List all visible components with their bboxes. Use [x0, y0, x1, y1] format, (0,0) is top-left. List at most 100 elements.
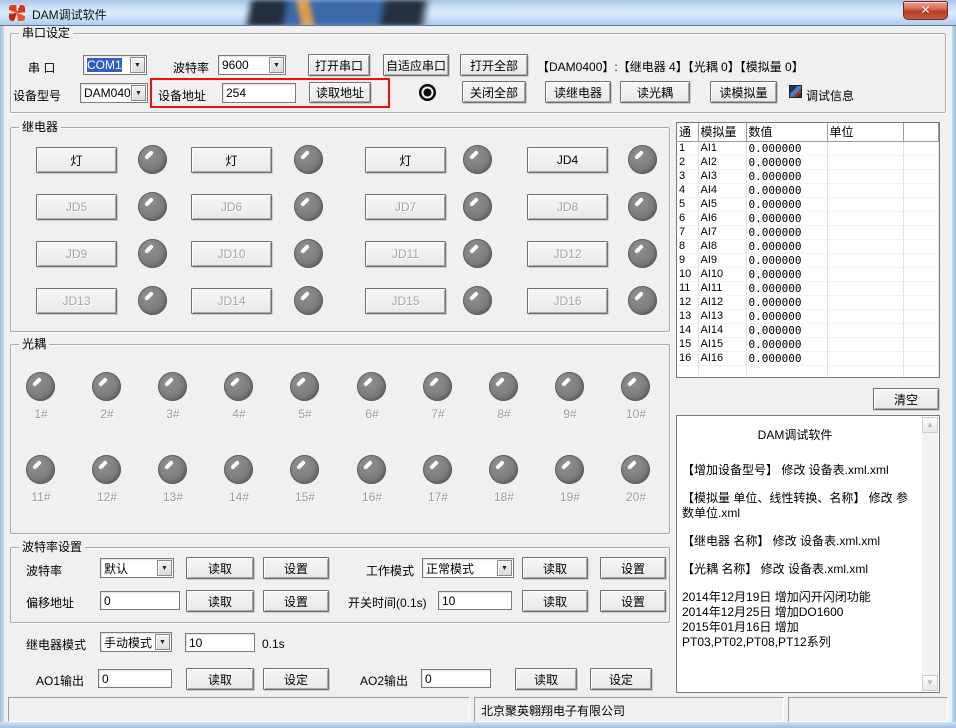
table-header-cell[interactable] [903, 123, 939, 141]
ao2-input[interactable] [421, 669, 491, 688]
ao1-input[interactable] [98, 669, 172, 688]
table-cell: AI14 [698, 323, 746, 337]
relay-mode-dropdown-button[interactable]: ▼ [155, 634, 170, 650]
work-mode-set-button[interactable]: 设置 [600, 557, 666, 579]
relay-button[interactable]: 灯 [36, 147, 117, 173]
relay-button[interactable]: JD11 [365, 241, 446, 267]
table-row[interactable]: 6AI60.000000 [677, 211, 939, 225]
table-row[interactable]: 7AI70.000000 [677, 225, 939, 239]
table-row[interactable]: 4AI40.000000 [677, 183, 939, 197]
read-opto-button[interactable]: 读光耦 [620, 81, 690, 103]
baud-set-button[interactable]: 设置 [263, 557, 329, 579]
table-header-cell[interactable]: 模拟量 [698, 123, 746, 141]
model-dropdown-button[interactable]: ▼ [131, 85, 146, 101]
table-row[interactable]: 8AI80.000000 [677, 239, 939, 253]
baud2-select[interactable]: 默认 ▼ [100, 558, 174, 578]
ao2-read-button[interactable]: 读取 [515, 668, 577, 690]
offset-read-button[interactable]: 读取 [186, 590, 254, 612]
table-row[interactable] [677, 365, 939, 378]
clear-button[interactable]: 清空 [873, 388, 939, 410]
info-scrollbar[interactable]: ▲ ▼ [922, 417, 938, 691]
relay-button[interactable]: 灯 [191, 147, 272, 173]
relay-button[interactable]: JD14 [191, 288, 272, 314]
table-row[interactable]: 1AI10.000000 [677, 141, 939, 155]
table-row[interactable]: 13AI130.000000 [677, 309, 939, 323]
table-cell: 0.000000 [746, 281, 827, 295]
relay-mode-select[interactable]: 手动模式 ▼ [100, 632, 172, 652]
opto-channel-label: 11# [19, 490, 63, 504]
port-select[interactable]: COM1 ▼ [83, 55, 147, 75]
opto-led-indicator [224, 372, 253, 401]
scroll-up-icon[interactable]: ▲ [922, 417, 938, 433]
device-address-input[interactable] [222, 83, 296, 103]
baud2-dropdown-button[interactable]: ▼ [157, 560, 172, 576]
switch-time-set-button[interactable]: 设置 [600, 590, 666, 612]
baud-select[interactable]: 9600 ▼ [218, 55, 286, 75]
open-serial-button[interactable]: 打开串口 [308, 54, 370, 76]
relay-button[interactable]: JD10 [191, 241, 272, 267]
work-mode-dropdown-button[interactable]: ▼ [497, 560, 512, 576]
table-header-row: 通模拟量数值单位 [677, 123, 939, 141]
close-button[interactable]: ✕ [903, 1, 948, 20]
work-mode-select[interactable]: 正常模式 ▼ [422, 558, 514, 578]
table-cell: 0.000000 [746, 309, 827, 323]
table-row[interactable]: 3AI30.000000 [677, 169, 939, 183]
opto-channel-label: 9# [548, 407, 592, 421]
title-bar[interactable]: DAM调试软件 ✕ [0, 0, 956, 26]
table-cell: 9 [677, 253, 698, 267]
relay-button[interactable]: JD15 [365, 288, 446, 314]
read-analog-button[interactable]: 读模拟量 [710, 81, 777, 103]
table-cell: AI6 [698, 211, 746, 225]
table-row[interactable]: 12AI120.000000 [677, 295, 939, 309]
relay-time-input[interactable] [185, 633, 255, 652]
table-row[interactable]: 15AI150.000000 [677, 337, 939, 351]
auto-serial-button[interactable]: 自适应串口 [383, 54, 449, 76]
switch-time-input[interactable] [438, 591, 512, 610]
info-note-line: 【模拟量 单位、线性转换、名称】 修改 参数单位.xml [682, 491, 908, 521]
switch-time-read-button[interactable]: 读取 [522, 590, 588, 612]
relay-led-indicator [294, 239, 323, 268]
relay-button[interactable]: JD8 [527, 194, 608, 220]
open-all-button[interactable]: 打开全部 [460, 54, 528, 76]
ao1-set-button[interactable]: 设定 [263, 668, 329, 690]
close-all-button[interactable]: 关闭全部 [462, 81, 526, 103]
info-panel: DAM调试软件【增加设备型号】 修改 设备表.xml.xml【模拟量 单位、线性… [676, 415, 940, 693]
table-header-cell[interactable]: 通 [677, 123, 698, 141]
baud-read-button[interactable]: 读取 [186, 557, 254, 579]
offset-address-input[interactable] [100, 591, 180, 610]
relay-button[interactable]: JD5 [36, 194, 117, 220]
port-dropdown-button[interactable]: ▼ [130, 57, 145, 73]
table-cell: AI7 [698, 225, 746, 239]
table-header-cell[interactable]: 数值 [746, 123, 827, 141]
work-mode-read-button[interactable]: 读取 [522, 557, 588, 579]
table-cell: 1 [677, 141, 698, 155]
relay-led-indicator [463, 286, 492, 315]
relay-button[interactable]: JD7 [365, 194, 446, 220]
table-row[interactable]: 9AI90.000000 [677, 253, 939, 267]
table-row[interactable]: 16AI160.000000 [677, 351, 939, 365]
read-relay-button[interactable]: 读继电器 [545, 81, 611, 103]
table-cell: 7 [677, 225, 698, 239]
baud-dropdown-button[interactable]: ▼ [269, 57, 284, 73]
table-header-cell[interactable]: 单位 [827, 123, 903, 141]
ao1-read-button[interactable]: 读取 [186, 668, 254, 690]
model-select[interactable]: DAM0400 ▼ [80, 83, 148, 103]
table-row[interactable]: 2AI20.000000 [677, 155, 939, 169]
relay-button[interactable]: JD9 [36, 241, 117, 267]
relay-button[interactable]: JD4 [527, 147, 608, 173]
table-row[interactable]: 11AI110.000000 [677, 281, 939, 295]
relay-button[interactable]: JD6 [191, 194, 272, 220]
table-row[interactable]: 14AI140.000000 [677, 323, 939, 337]
offset-set-button[interactable]: 设置 [263, 590, 329, 612]
ao2-set-button[interactable]: 设定 [590, 668, 652, 690]
scroll-down-icon[interactable]: ▼ [922, 675, 938, 691]
table-row[interactable]: 10AI100.000000 [677, 267, 939, 281]
table-row[interactable]: 5AI50.000000 [677, 197, 939, 211]
relay-button[interactable]: JD16 [527, 288, 608, 314]
table-cell: 10 [677, 267, 698, 281]
read-address-button[interactable]: 读取地址 [309, 82, 371, 103]
relay-button[interactable]: JD13 [36, 288, 117, 314]
relay-button[interactable]: 灯 [365, 147, 446, 173]
debug-info-label[interactable]: 调试信息 [806, 87, 854, 104]
relay-button[interactable]: JD12 [527, 241, 608, 267]
